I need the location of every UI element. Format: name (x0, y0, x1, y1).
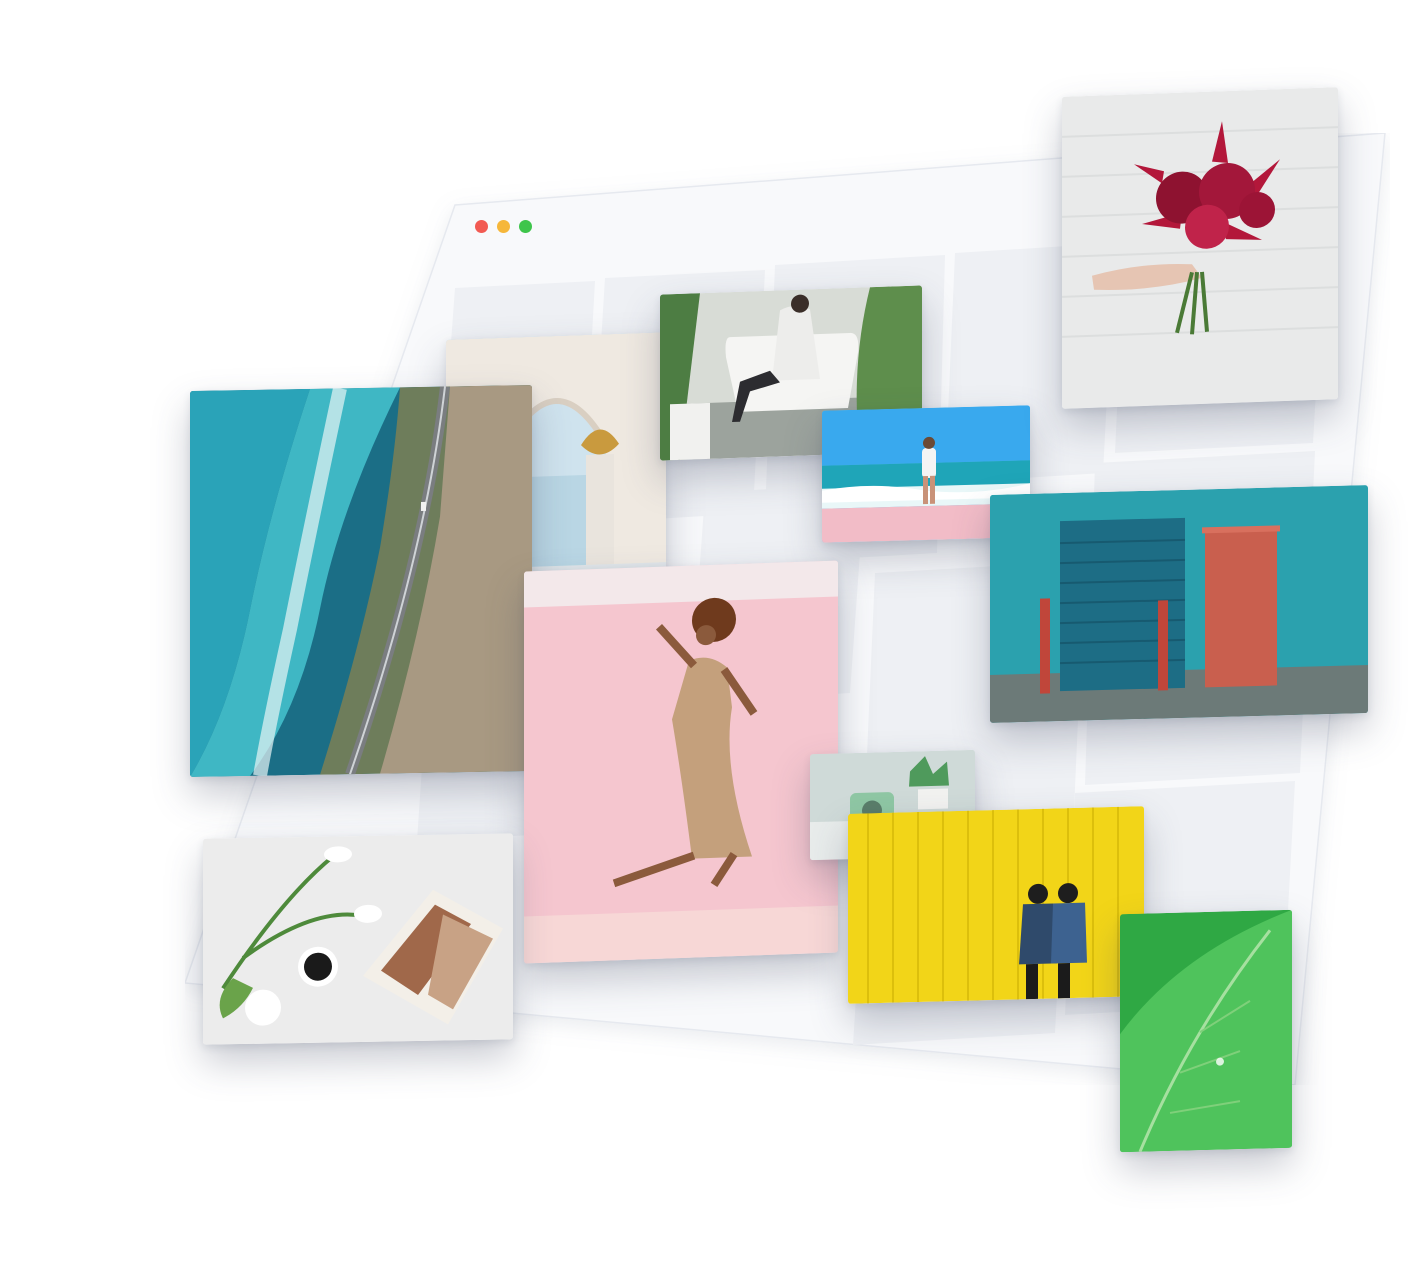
photo-tulips-coffee[interactable] (203, 833, 513, 1045)
photo-pink-jump[interactable] (524, 560, 838, 964)
window-controls (475, 220, 532, 234)
photo-red-lilies[interactable] (1062, 87, 1338, 409)
maximize-dot[interactable] (519, 220, 532, 233)
close-dot[interactable] (475, 220, 488, 233)
photo-aerial-coast[interactable] (190, 385, 532, 777)
gallery-mockup-stage (0, 0, 1426, 1264)
photo-green-leaf[interactable] (1120, 909, 1292, 1153)
photo-teal-building[interactable] (990, 485, 1368, 723)
photo-yellow-wall[interactable] (848, 806, 1144, 1004)
minimize-dot[interactable] (497, 220, 510, 233)
